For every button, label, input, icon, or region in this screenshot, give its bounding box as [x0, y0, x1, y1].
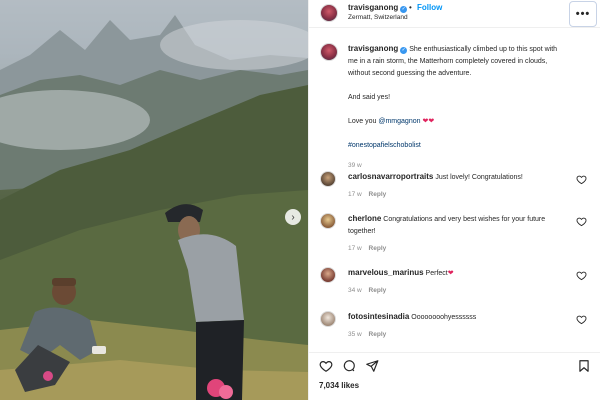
author-username-text[interactable]: travisganong [348, 3, 398, 12]
post-action-bar: 7,034 likes [309, 352, 600, 400]
comment-reply-button[interactable]: Reply [369, 331, 387, 338]
comment-username[interactable]: cherlone [348, 214, 381, 223]
comment-avatar[interactable] [320, 311, 336, 327]
verified-badge-icon: ✓ [400, 47, 408, 54]
post-photo[interactable]: › [0, 0, 308, 400]
comment-age[interactable]: 34 w [348, 287, 362, 294]
post-location[interactable]: Zermatt, Switzerland [348, 14, 408, 21]
comment-reply-button[interactable]: Reply [369, 245, 387, 252]
author-username[interactable]: travisganong ✓ [348, 3, 408, 13]
comment-age[interactable]: 17 w [348, 245, 362, 252]
paper-plane-icon[interactable] [365, 359, 379, 373]
comment-meta: 17 w Reply [348, 243, 566, 255]
comment-username[interactable]: marvelous_marinus [348, 268, 424, 277]
caption-hearts: ❤❤ [422, 118, 435, 125]
heart-outline-icon[interactable] [576, 216, 587, 227]
comment-age[interactable]: 35 w [348, 331, 362, 338]
comment-body: fotosintesinadia Oooooooohyessssss 35 w … [348, 311, 566, 341]
carousel-next-button[interactable]: › [285, 209, 301, 225]
more-horizontal-icon: ••• [575, 8, 591, 20]
comment-avatar[interactable] [320, 267, 336, 283]
comment-text: Just lovely! Congratulations! [435, 174, 523, 181]
heart-outline-icon[interactable] [319, 359, 333, 373]
comment-meta: 35 w Reply [348, 329, 566, 341]
caption-author-avatar[interactable] [320, 43, 338, 61]
comment-avatar[interactable] [320, 213, 336, 229]
heart-outline-icon[interactable] [576, 270, 587, 281]
comment-heart-emoji: ❤ [447, 270, 454, 277]
caption-line-love: Love you @mmgagnon ❤❤ [348, 116, 563, 128]
likes-count[interactable]: 7,034 likes [319, 381, 359, 390]
author-avatar[interactable] [320, 4, 338, 22]
comment-body: marvelous_marinus Perfect❤ 34 w Reply [348, 267, 566, 297]
comment-username[interactable]: carlosnavarroportraits [348, 172, 433, 181]
caption-text: travisganong ✓ She enthusiastically climb… [348, 43, 563, 172]
heart-outline-icon[interactable] [576, 314, 587, 325]
verified-badge-icon: ✓ [400, 6, 408, 13]
caption-author-username[interactable]: travisganong ✓ [348, 44, 408, 54]
comment-body: carlosnavarroportraits Just lovely! Cong… [348, 171, 566, 201]
comment-reply-button[interactable]: Reply [369, 191, 387, 198]
heart-outline-icon[interactable] [576, 174, 587, 185]
comment-bubble-icon[interactable] [342, 359, 356, 373]
more-options-button[interactable]: ••• [569, 1, 597, 27]
follow-button[interactable]: Follow [417, 3, 442, 12]
caption-line-yes: And said yes! [348, 94, 391, 101]
comment-age[interactable]: 17 w [348, 191, 362, 198]
post-header: travisganong ✓ • Follow Zermatt, Switzerl… [309, 0, 600, 28]
header-separator: • [409, 3, 412, 12]
chevron-right-icon: › [291, 211, 295, 223]
proposal-scene-illustration [0, 0, 308, 400]
caption-hashtag-link[interactable]: #onestopafielschobolist [348, 140, 563, 152]
comment-meta: 17 w Reply [348, 189, 566, 201]
caption-love-text: Love you [348, 118, 377, 125]
comment-avatar[interactable] [320, 171, 336, 187]
instagram-post: › travisganong ✓ • Follow Zermatt, Switze… [0, 0, 600, 400]
comment-reply-button[interactable]: Reply [369, 287, 387, 294]
caption-mention-link[interactable]: @mmgagnon [378, 118, 420, 125]
comment-text: Perfect [425, 270, 448, 277]
comment-text: Oooooooohyessssss [411, 314, 477, 321]
comment-username[interactable]: fotosintesinadia [348, 312, 409, 321]
caption-username-text[interactable]: travisganong [348, 44, 398, 53]
comment-body: cherlone Congratulations and very best w… [348, 213, 566, 255]
post-side-panel: travisganong ✓ • Follow Zermatt, Switzerl… [308, 0, 600, 400]
comment-meta: 34 w Reply [348, 285, 566, 297]
bookmark-icon[interactable] [577, 359, 591, 373]
